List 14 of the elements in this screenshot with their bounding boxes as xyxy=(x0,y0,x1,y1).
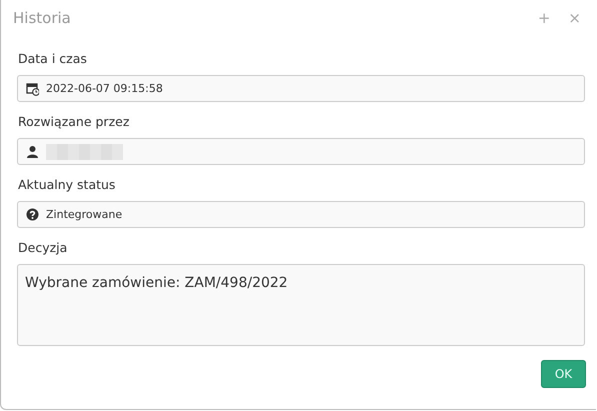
question-icon xyxy=(26,208,39,222)
close-button[interactable]: × xyxy=(563,9,586,27)
ok-button[interactable]: OK xyxy=(541,360,586,388)
text-area: Wybrane zamówienie: ZAM/498/2022 xyxy=(17,264,585,346)
window-title: Historia xyxy=(13,9,72,27)
input-field: 2022-06-07 09:15:58 xyxy=(17,75,585,102)
field-label: Data i czas xyxy=(18,51,88,66)
field-label: Rozwiązane przez xyxy=(18,114,130,129)
user-icon xyxy=(26,144,39,158)
field-label: Decyzja xyxy=(18,240,68,255)
input-field: Zintegrowane xyxy=(17,201,585,228)
field-label: Aktualny status xyxy=(18,177,116,192)
calendar-clock-icon xyxy=(26,82,39,96)
add-button[interactable]: + xyxy=(532,9,556,27)
